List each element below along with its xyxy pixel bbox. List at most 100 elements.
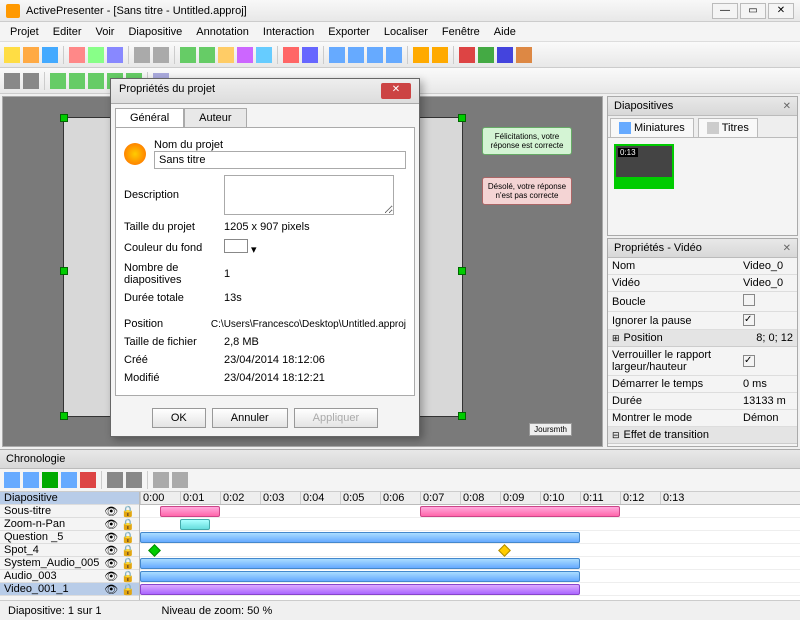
toolbar-main [0,42,800,68]
expand-icon[interactable]: ⊟ [612,430,620,441]
track-zoom[interactable]: Zoom-n-Pan👁 🔒 [0,518,139,531]
slide-del-icon[interactable] [23,73,39,89]
highlight-icon[interactable] [218,47,234,63]
feedback-correct[interactable]: Félicitations, votre réponse est correct… [482,127,572,155]
menu-localiser[interactable]: Localiser [378,24,434,40]
audio-icon[interactable] [386,47,402,63]
rewind-icon[interactable] [4,472,20,488]
menubar: Projet Editer Voir Diapositive Annotatio… [0,22,800,42]
clip[interactable] [180,519,210,530]
menu-annotation[interactable]: Annotation [190,24,255,40]
menu-voir[interactable]: Voir [90,24,121,40]
props-panel-close-icon[interactable]: ✕ [783,243,791,254]
menu-editer[interactable]: Editer [47,24,88,40]
window-title: ActivePresenter - [Sans titre - Untitled… [26,5,712,17]
play-icon[interactable] [42,472,58,488]
clip[interactable] [140,532,580,543]
window-titlebar: ActivePresenter - [Sans titre - Untitled… [0,0,800,22]
tab-auteur[interactable]: Auteur [184,108,246,127]
undo-icon[interactable] [134,47,150,63]
export-ppt-icon[interactable] [516,47,532,63]
dialog-title: Propriétés du projet [119,83,215,99]
ok-button[interactable]: OK [152,408,206,428]
redo-icon[interactable] [153,47,169,63]
trim-icon[interactable] [172,472,188,488]
tab-general[interactable]: Général [115,108,184,127]
align-left-icon[interactable] [50,73,66,89]
open-icon[interactable] [23,47,39,63]
app-logo-icon [124,143,146,165]
keyframe[interactable] [148,544,161,557]
project-name-input[interactable] [154,151,406,169]
cancel-button[interactable]: Annuler [212,408,288,428]
zoomin-icon[interactable] [107,472,123,488]
image-icon[interactable] [348,47,364,63]
clip[interactable] [420,506,620,517]
shape-icon[interactable] [180,47,196,63]
minimize-button[interactable]: — [712,3,738,19]
track-question[interactable]: Question _5👁 🔒 [0,531,139,544]
cursor-icon[interactable] [283,47,299,63]
menu-exporter[interactable]: Exporter [322,24,376,40]
prev-icon[interactable] [23,472,39,488]
track-spot[interactable]: Spot_4👁 🔒 [0,544,139,557]
description-textarea[interactable] [224,175,394,215]
zoomout-icon[interactable] [126,472,142,488]
align-center-icon[interactable] [69,73,85,89]
lock-ratio-checkbox[interactable] [743,355,755,367]
track-soustitre[interactable]: Sous-titre👁 🔒 [0,505,139,518]
thumbnails-icon [619,122,631,134]
track-sysaudio[interactable]: System_Audio_005👁 🔒 [0,557,139,570]
clip[interactable] [140,558,580,569]
close-button[interactable]: ✕ [768,3,794,19]
maximize-button[interactable]: ▭ [740,3,766,19]
checkbox-icon[interactable] [432,47,448,63]
tab-miniatures[interactable]: Miniatures [610,118,694,137]
path-icon[interactable] [302,47,318,63]
menu-interaction[interactable]: Interaction [257,24,320,40]
shape2-icon[interactable] [199,47,215,63]
tab-titres[interactable]: Titres [698,118,758,137]
video-icon[interactable] [367,47,383,63]
export-xls-icon[interactable] [478,47,494,63]
track-audio[interactable]: Audio_003👁 🔒 [0,570,139,583]
slide-thumbnail[interactable]: 0:13 [614,144,674,189]
new-icon[interactable] [4,47,20,63]
feedback-incorrect[interactable]: Désolé, votre réponse n'est pas correcte [482,177,572,205]
export-doc-icon[interactable] [497,47,513,63]
dialog-close-icon[interactable]: ✕ [381,83,411,99]
text-icon[interactable] [329,47,345,63]
clip[interactable] [140,571,580,582]
status-slide: Diapositive: 1 sur 1 [8,605,102,617]
menu-diapositive[interactable]: Diapositive [122,24,188,40]
menu-aide[interactable]: Aide [488,24,522,40]
timeline-ruler[interactable]: 0:000:010:020:030:040:050:060:070:080:09… [140,492,800,505]
track-video[interactable]: Video_001_1👁 🔒 [0,583,139,596]
boucle-checkbox[interactable] [743,294,755,306]
track-diapositive[interactable]: Diapositive [0,492,139,505]
align-right-icon[interactable] [88,73,104,89]
zoom-icon[interactable] [256,47,272,63]
button-icon[interactable] [413,47,429,63]
save-icon[interactable] [42,47,58,63]
paste-icon[interactable] [107,47,123,63]
slides-panel-title: Diapositives [614,100,673,112]
clip[interactable] [160,506,220,517]
export-pdf-icon[interactable] [459,47,475,63]
menu-fenetre[interactable]: Fenêtre [436,24,486,40]
menu-projet[interactable]: Projet [4,24,45,40]
cut-icon[interactable] [69,47,85,63]
keyframe[interactable] [498,544,511,557]
copy-icon[interactable] [88,47,104,63]
expand-icon[interactable]: ⊞ [612,333,620,344]
bgcolor-picker[interactable] [224,239,248,253]
record-icon[interactable] [80,472,96,488]
ignorer-checkbox[interactable] [743,314,755,326]
split-icon[interactable] [153,472,169,488]
spotlight-icon[interactable] [237,47,253,63]
slide-add-icon[interactable] [4,73,20,89]
slides-panel-close-icon[interactable]: ✕ [783,101,791,112]
apply-button[interactable]: Appliquer [294,408,378,428]
clip[interactable] [140,584,580,595]
next-icon[interactable] [61,472,77,488]
